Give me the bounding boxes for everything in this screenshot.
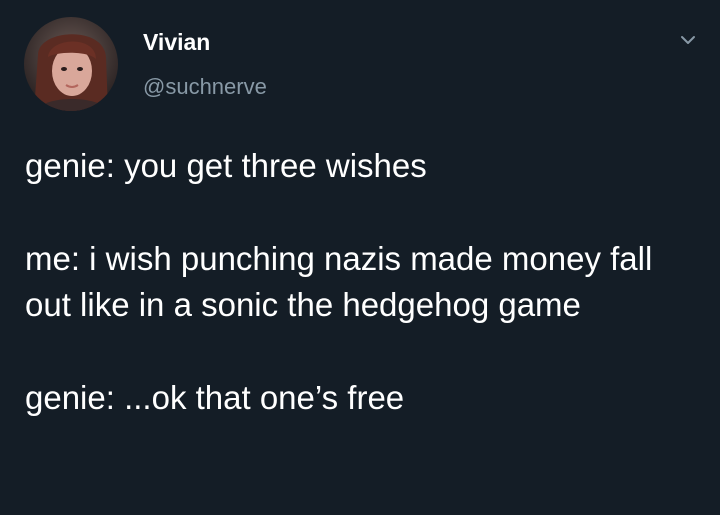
user-avatar[interactable] <box>24 17 118 111</box>
avatar-image <box>24 17 118 111</box>
chevron-down-icon[interactable] <box>678 30 698 50</box>
author-handle[interactable]: @suchnerve <box>143 74 267 100</box>
author-block: Vivian @suchnerve <box>143 28 267 100</box>
tweet-text: genie: you get three wishes me: i wish p… <box>25 143 705 421</box>
tweet-paragraph: me: i wish punching nazis made money fal… <box>25 240 653 323</box>
tweet-paragraph: genie: ...ok that one’s free <box>25 379 405 416</box>
tweet-card: Vivian @suchnerve genie: you get three w… <box>0 0 720 515</box>
author-name[interactable]: Vivian <box>143 28 267 56</box>
tweet-paragraph: genie: you get three wishes <box>25 147 427 184</box>
